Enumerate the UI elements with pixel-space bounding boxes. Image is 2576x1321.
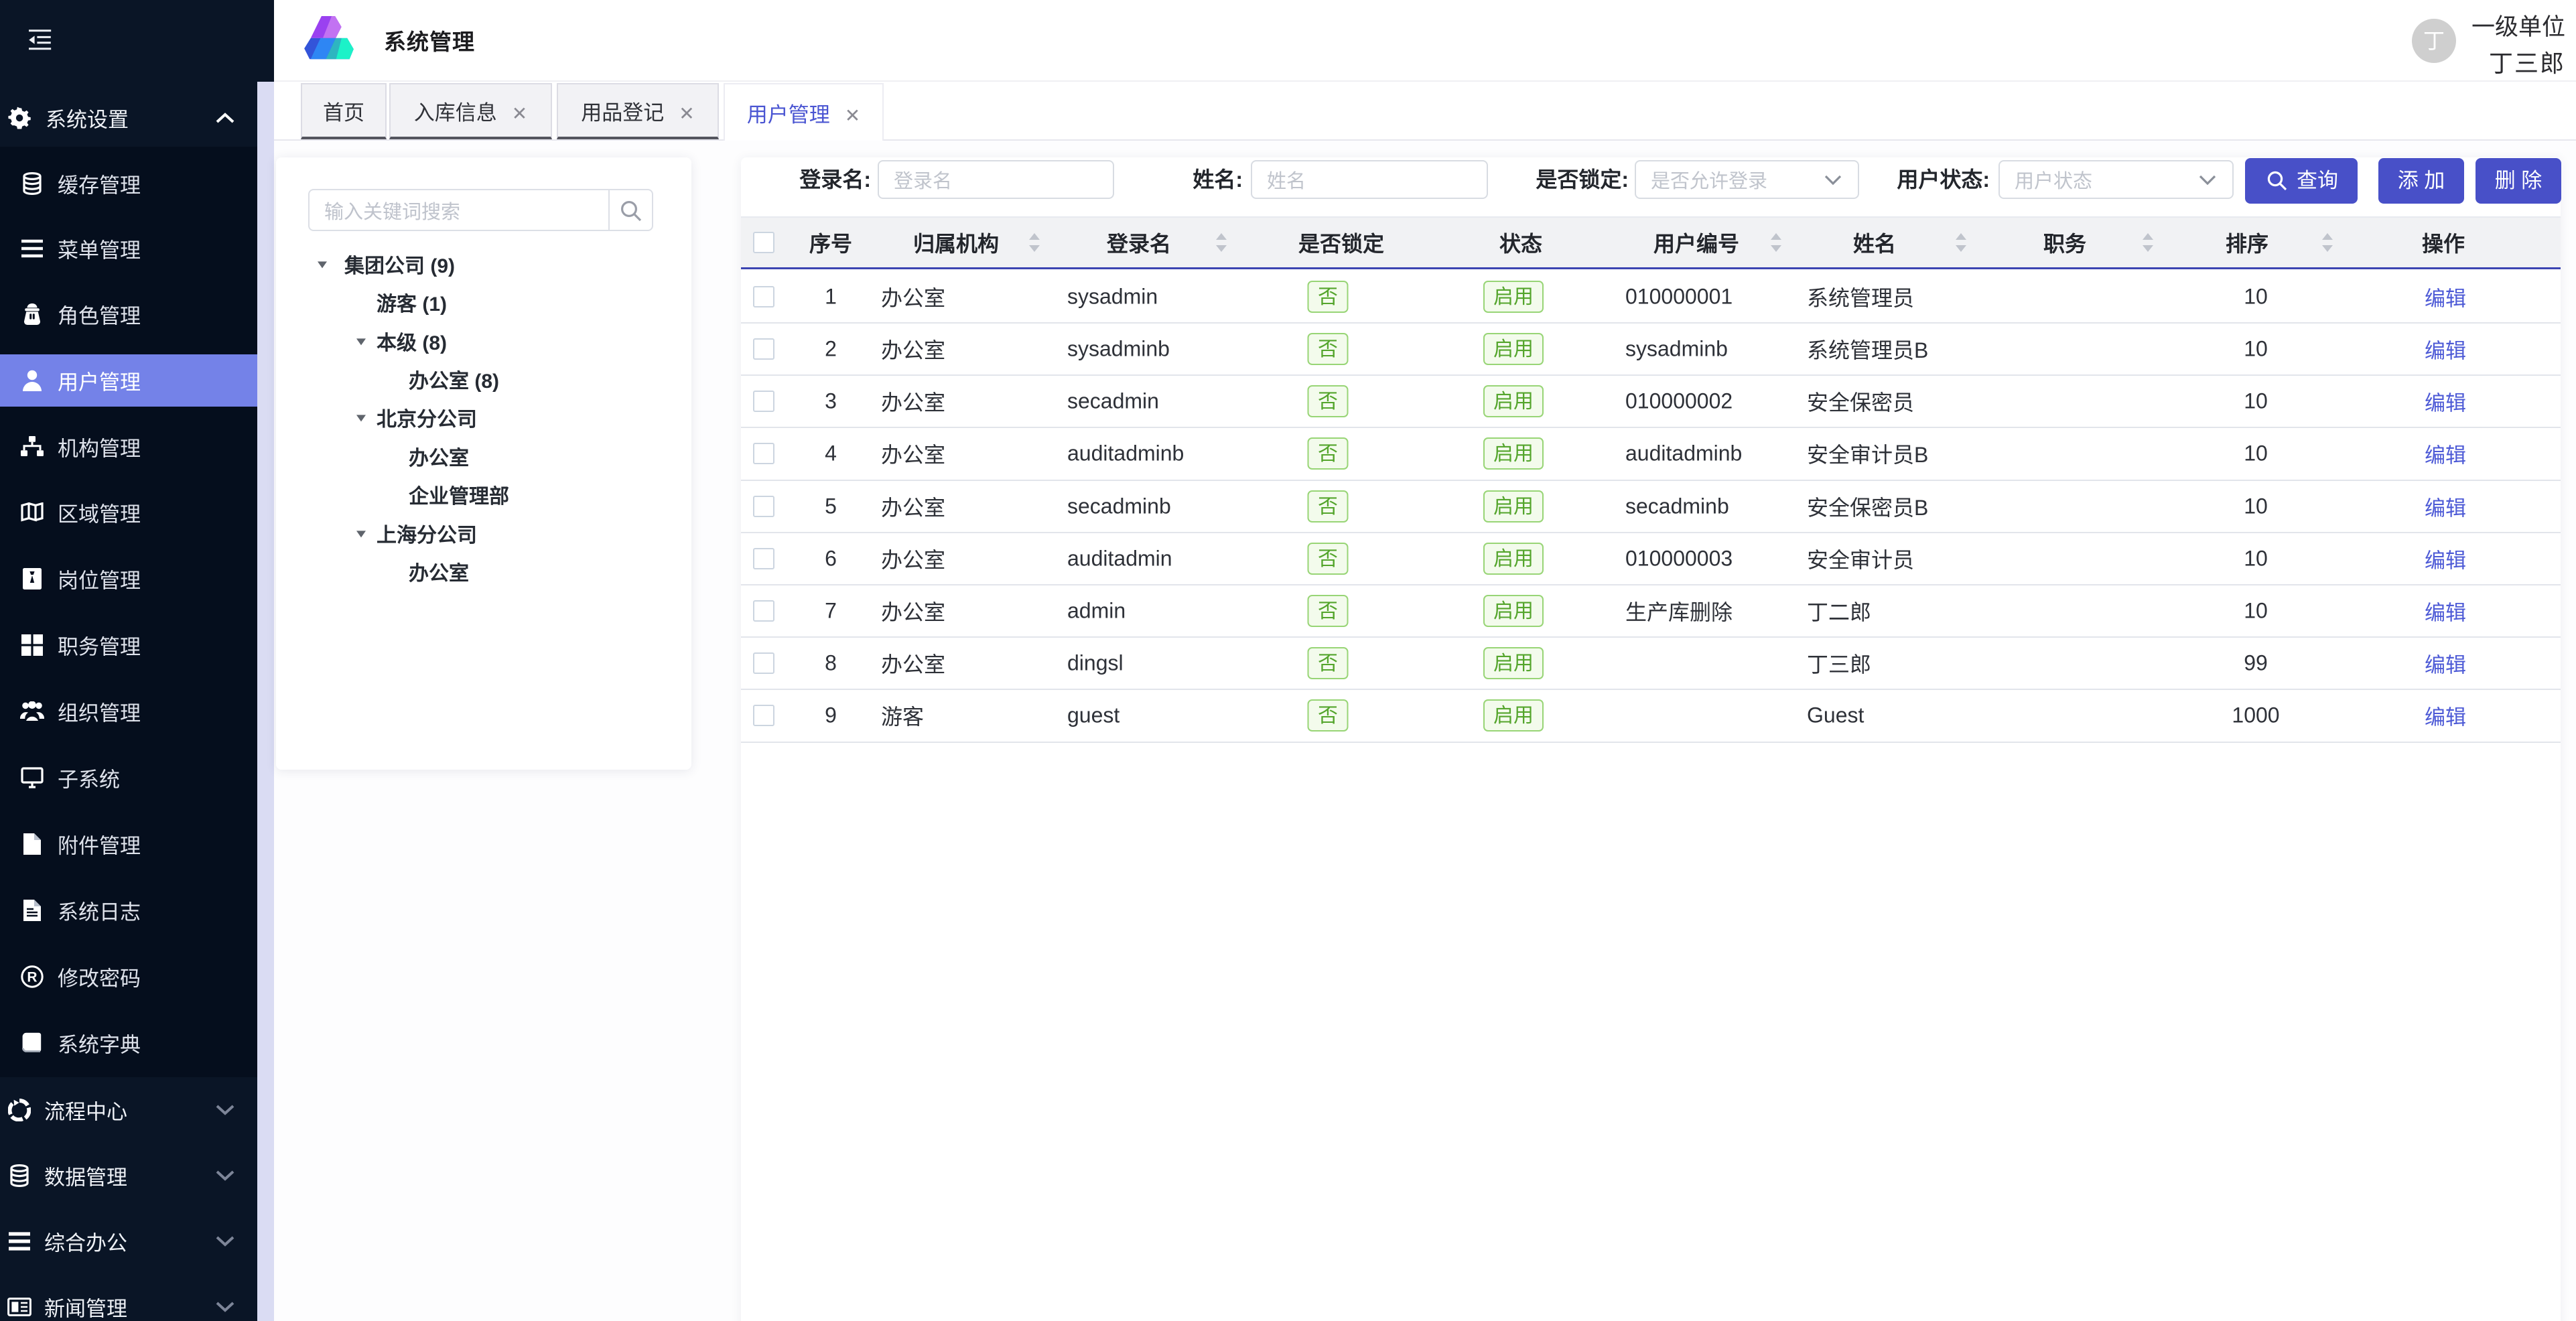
svg-text:R: R	[27, 969, 37, 985]
